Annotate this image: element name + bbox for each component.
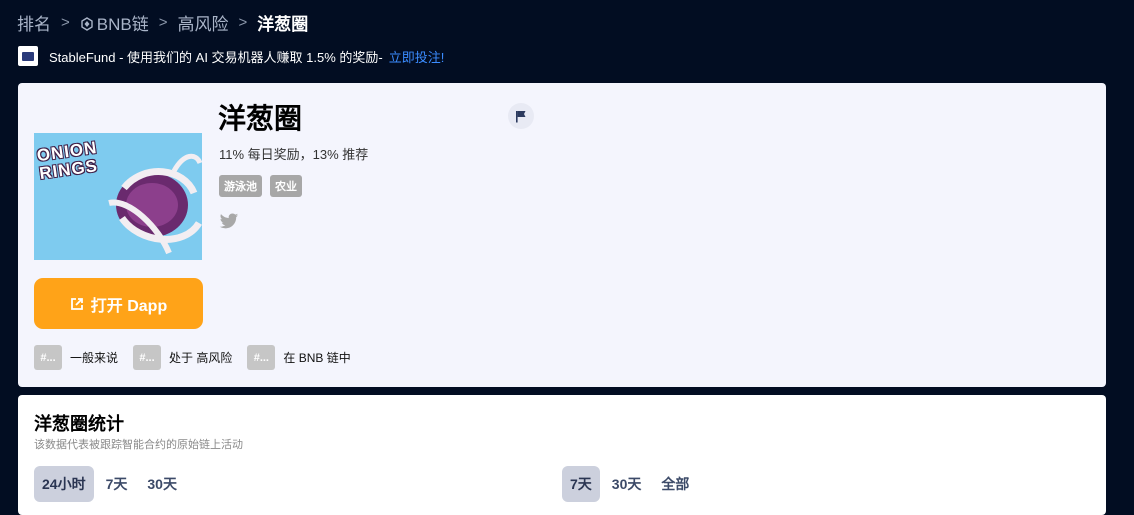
stats-period-tabs-left: 24小时 7天 30天 xyxy=(34,466,189,502)
hashtag-list: #... 一般来说 #... 处于 高风险 #... 在 BNB 链中 xyxy=(34,345,366,370)
tab-all[interactable]: 全部 xyxy=(653,466,697,502)
dapp-title: 洋葱圈 xyxy=(218,103,303,134)
breadcrumb-high-risk[interactable]: 高风险 xyxy=(178,10,229,35)
hashtag-label: 在 BNB 链中 xyxy=(283,351,351,365)
breadcrumb-bnb-chain[interactable]: BNB链 xyxy=(80,10,149,35)
tag-farming[interactable]: 农业 xyxy=(270,175,302,197)
chevron-right-icon: > xyxy=(61,13,70,31)
promo-banner: StableFund - 使用我们的 AI 交易机器人赚取 1.5% 的奖励- … xyxy=(18,46,444,66)
tag-pool[interactable]: 游泳池 xyxy=(219,175,262,197)
tab-7d[interactable]: 7天 xyxy=(98,466,136,502)
tab-24h[interactable]: 24小时 xyxy=(34,466,94,502)
stats-period-tabs-right: 7天 30天 全部 xyxy=(562,466,701,502)
stablefund-logo xyxy=(18,46,38,66)
breadcrumb-current: 洋葱圈 xyxy=(257,14,309,34)
hashtag-label: 处于 高风险 xyxy=(169,351,233,365)
stats-subtitle: 该数据代表被跟踪智能合约的原始链上活动 xyxy=(34,439,243,451)
stats-title: 洋葱圈统计 xyxy=(34,414,124,434)
promo-text: StableFund - 使用我们的 AI 交易机器人赚取 1.5% 的奖励- xyxy=(49,49,383,65)
chevron-right-icon: > xyxy=(158,13,168,31)
open-dapp-button[interactable]: 打开 Dapp xyxy=(34,278,203,329)
hashtag-box: #... xyxy=(247,345,276,370)
tab-7d-right[interactable]: 7天 xyxy=(562,466,600,502)
dapp-subtitle: 11% 每日奖励，13% 推荐 xyxy=(219,147,369,162)
hashtag-box: #... xyxy=(133,345,162,370)
hashtag-item[interactable]: #... 一般来说 xyxy=(34,345,118,370)
open-dapp-label: 打开 Dapp xyxy=(90,297,168,315)
breadcrumb-bnb-chain-label: BNB链 xyxy=(96,14,149,34)
bnb-chain-icon xyxy=(81,16,93,31)
stats-card: 洋葱圈统计 该数据代表被跟踪智能合约的原始链上活动 24小时 7天 30天 7天… xyxy=(18,395,1106,515)
breadcrumb-rankings[interactable]: 排名 xyxy=(17,10,51,35)
hashtag-item[interactable]: #... 在 BNB 链中 xyxy=(247,345,351,370)
chevron-right-icon: > xyxy=(238,13,248,31)
promo-link[interactable]: 立即投注! xyxy=(389,47,445,66)
breadcrumb: 排名 > BNB链 > 高风险 > 洋葱圈 xyxy=(17,10,308,34)
dapp-image: ONION RINGS xyxy=(34,133,202,260)
hashtag-label: 一般来说 xyxy=(70,351,119,365)
tab-30d[interactable]: 30天 xyxy=(139,466,185,502)
report-flag-button[interactable] xyxy=(508,103,534,129)
external-link-icon xyxy=(70,297,83,310)
category-tags: 游泳池 农业 xyxy=(219,175,302,197)
hashtag-box: #... xyxy=(34,345,62,370)
flag-icon xyxy=(516,110,526,122)
dapp-card: ONION RINGS 打开 Dapp 洋葱圈 11% 每日奖励，13% 推荐 游… xyxy=(18,83,1106,387)
tab-30d-right[interactable]: 30天 xyxy=(604,466,650,502)
twitter-icon[interactable] xyxy=(219,213,239,235)
hashtag-item[interactable]: #... 处于 高风险 xyxy=(133,345,232,370)
